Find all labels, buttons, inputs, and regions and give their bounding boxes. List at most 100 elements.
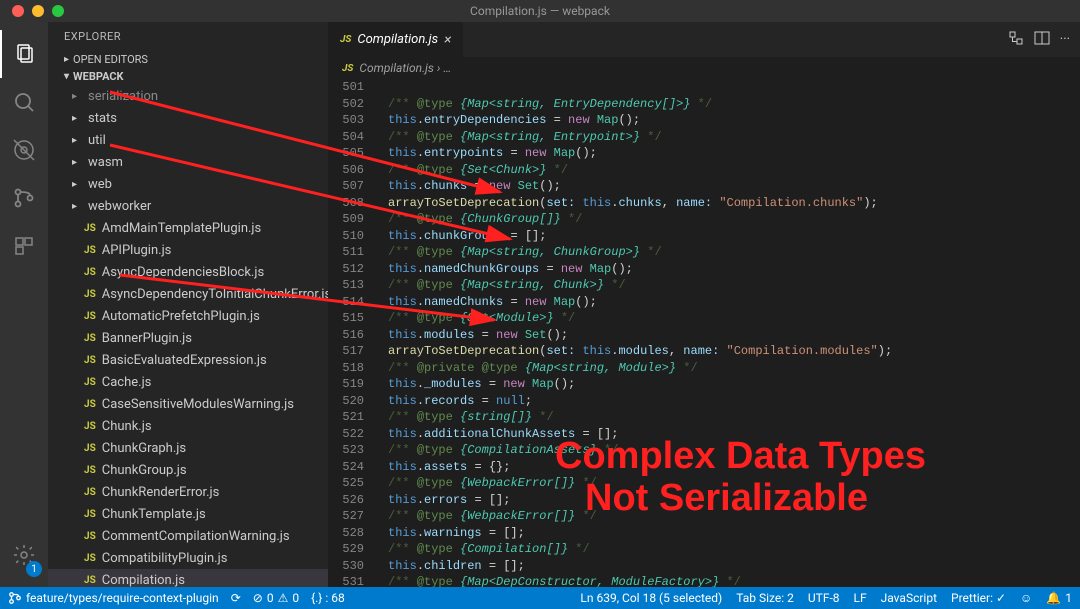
folder-item[interactable]: ▸ webworker xyxy=(48,195,328,217)
explorer-activity-icon[interactable] xyxy=(0,30,48,78)
file-label: AsyncDependencyToInitialChunkError.js xyxy=(102,287,328,302)
folder-label: serialization xyxy=(88,89,158,104)
js-file-icon: JS xyxy=(84,421,96,432)
js-file-icon: JS xyxy=(84,311,96,322)
folder-item[interactable]: ▸util xyxy=(48,129,328,151)
js-file-icon: JS xyxy=(84,333,96,344)
file-label: ChunkTemplate.js xyxy=(102,507,206,522)
file-label: BasicEvaluatedExpression.js xyxy=(102,353,267,368)
js-file-icon: JS xyxy=(84,487,96,498)
js-file-icon: JS xyxy=(340,34,351,45)
folder-label: webworker xyxy=(88,199,151,214)
js-file-icon: JS xyxy=(84,289,96,300)
file-item[interactable]: JS AutomaticPrefetchPlugin.js xyxy=(48,305,328,327)
cursor-position[interactable]: Ln 639, Col 18 (5 selected) xyxy=(580,591,722,605)
chevron-right-icon: ▸ xyxy=(72,201,82,212)
js-file-icon: JS xyxy=(84,553,96,564)
open-editors-section[interactable]: ▸ OPEN EDITORS xyxy=(48,51,328,68)
file-item[interactable]: JSChunk.js xyxy=(48,415,328,437)
line-gutter: 5015025035045055065075085095105115125135… xyxy=(328,79,378,587)
file-label: ChunkGraph.js xyxy=(102,441,186,456)
file-label: ChunkRenderError.js xyxy=(102,485,220,500)
js-file-icon: JS xyxy=(84,465,96,476)
file-item[interactable]: JS APIPlugin.js xyxy=(48,239,328,261)
file-item[interactable]: JSChunkTemplate.js xyxy=(48,503,328,525)
folder-item[interactable]: ▸ stats xyxy=(48,107,328,129)
debug-activity-icon[interactable] xyxy=(0,126,48,174)
js-file-icon: JS xyxy=(84,223,96,234)
folder-item[interactable]: ▸serialization xyxy=(48,85,328,107)
file-item[interactable]: JSBannerPlugin.js xyxy=(48,327,328,349)
file-item[interactable]: JS CommentCompilationWarning.js xyxy=(48,525,328,547)
file-label: AutomaticPrefetchPlugin.js xyxy=(102,309,260,324)
more-actions-icon[interactable]: ··· xyxy=(1060,32,1070,47)
status-bar: feature/types/require-context-plugin ⟳ ⊘… xyxy=(0,587,1080,609)
settings-activity-icon[interactable]: 1 xyxy=(0,531,48,579)
settings-badge: 1 xyxy=(26,561,42,577)
file-item[interactable]: JS Compilation.js xyxy=(48,569,328,587)
file-label: APIPlugin.js xyxy=(102,243,172,258)
chevron-right-icon: ▸ xyxy=(72,113,82,124)
problems-status[interactable]: ⊘0 ⚠0 xyxy=(253,591,299,605)
search-activity-icon[interactable] xyxy=(0,78,48,126)
file-label: AmdMainTemplatePlugin.js xyxy=(102,221,262,236)
folder-label: web xyxy=(88,177,112,192)
explorer-title: EXPLORER xyxy=(48,22,328,51)
extensions-activity-icon[interactable] xyxy=(0,222,48,270)
folder-item[interactable]: ▸wasm xyxy=(48,151,328,173)
file-item[interactable]: JS CompatibilityPlugin.js xyxy=(48,547,328,569)
folder-item[interactable]: ▸web xyxy=(48,173,328,195)
chevron-down-icon: ▾ xyxy=(64,71,69,82)
project-section[interactable]: ▾ WEBPACK xyxy=(48,68,328,85)
indentation-status[interactable]: Tab Size: 2 xyxy=(736,591,794,605)
encoding-status[interactable]: UTF-8 xyxy=(808,591,840,605)
window-titlebar: Compilation.js — webpack xyxy=(0,0,1080,22)
symbols-status[interactable]: {.} : 68 xyxy=(311,591,345,605)
eol-status[interactable]: LF xyxy=(854,591,867,605)
js-file-icon: JS xyxy=(84,245,96,256)
open-editors-label: OPEN EDITORS xyxy=(73,53,148,66)
tab-label: Compilation.js xyxy=(357,32,438,47)
editor-actions: ··· xyxy=(1008,22,1080,57)
file-label: ChunkGroup.js xyxy=(102,463,187,478)
file-label: CommentCompilationWarning.js xyxy=(102,529,290,544)
notifications-icon[interactable]: 🔔1 xyxy=(1046,591,1072,605)
breadcrumb[interactable]: JS Compilation.js › … xyxy=(328,57,1080,79)
file-label: AsyncDependenciesBlock.js xyxy=(102,265,264,280)
tab-compilation[interactable]: JS Compilation.js × xyxy=(328,22,464,57)
js-file-icon: JS xyxy=(84,443,96,454)
file-item[interactable]: JS ChunkRenderError.js xyxy=(48,481,328,503)
file-label: CompatibilityPlugin.js xyxy=(102,551,228,566)
file-item[interactable]: JS AsyncDependencyToInitialChunkError.js xyxy=(48,283,328,305)
file-label: Compilation.js xyxy=(102,573,185,588)
chevron-right-icon: ▸ xyxy=(72,135,82,146)
close-tab-icon[interactable]: × xyxy=(444,32,451,48)
language-mode-status[interactable]: JavaScript xyxy=(881,591,937,605)
structure-icon[interactable] xyxy=(1008,30,1024,50)
file-item[interactable]: JSCaseSensitiveModulesWarning.js xyxy=(48,393,328,415)
file-item[interactable]: JS AmdMainTemplatePlugin.js xyxy=(48,217,328,239)
feedback-icon[interactable]: ☺ xyxy=(1020,591,1032,605)
sync-status[interactable]: ⟳ xyxy=(231,591,241,605)
branch-name: feature/types/require-context-plugin xyxy=(26,591,219,605)
js-file-icon: JS xyxy=(84,355,96,366)
file-item[interactable]: JS ChunkGraph.js xyxy=(48,437,328,459)
window-title: Compilation.js — webpack xyxy=(0,4,1080,18)
file-item[interactable]: JSCache.js xyxy=(48,371,328,393)
split-editor-icon[interactable] xyxy=(1034,30,1050,50)
git-branch-status[interactable]: feature/types/require-context-plugin xyxy=(8,591,219,605)
file-item[interactable]: JSAsyncDependenciesBlock.js xyxy=(48,261,328,283)
file-item[interactable]: JS ChunkGroup.js xyxy=(48,459,328,481)
tab-bar: JS Compilation.js × ··· xyxy=(328,22,1080,57)
file-tree[interactable]: ▸serialization▸stats▸util▸wasm▸web▸webwo… xyxy=(48,85,328,587)
file-item[interactable]: JS BasicEvaluatedExpression.js xyxy=(48,349,328,371)
scm-activity-icon[interactable] xyxy=(0,174,48,222)
activity-bar: 1 xyxy=(0,22,48,587)
code-content[interactable]: /** @type {Map<string, EntryDependency[]… xyxy=(378,79,1080,587)
folder-label: stats xyxy=(88,111,117,126)
js-file-icon: JS xyxy=(84,377,96,388)
js-file-icon: JS xyxy=(84,575,96,586)
js-file-icon: JS xyxy=(84,531,96,542)
code-editor[interactable]: 5015025035045055065075085095105115125135… xyxy=(328,79,1080,587)
prettier-status[interactable]: Prettier: ✓ xyxy=(951,591,1006,605)
